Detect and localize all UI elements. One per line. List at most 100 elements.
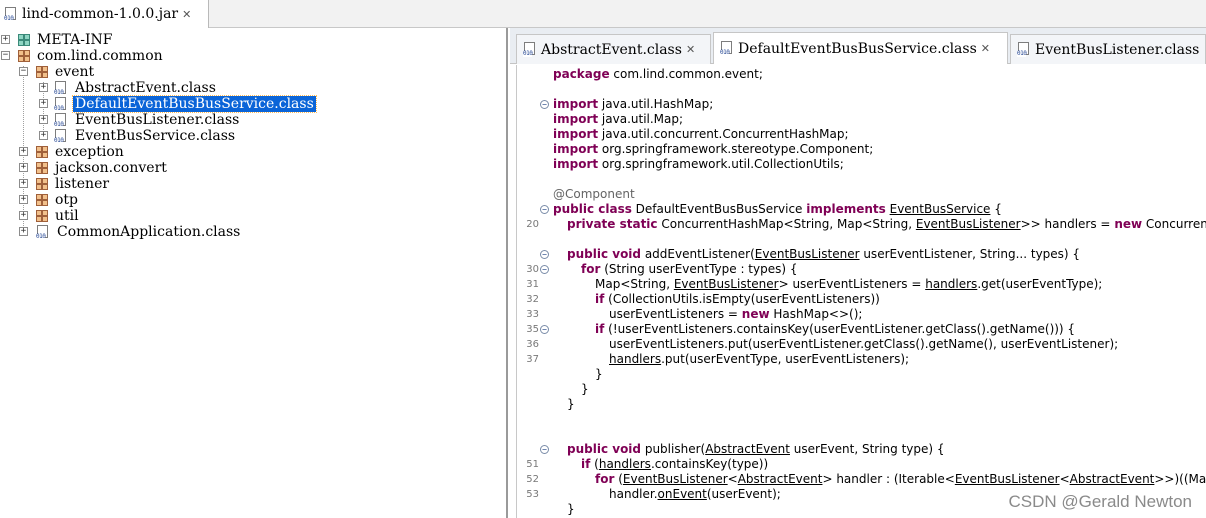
code-token: HashMap<>(); xyxy=(769,307,863,321)
close-icon[interactable]: ✕ xyxy=(981,42,990,55)
expand-plus-icon[interactable]: + xyxy=(39,99,48,108)
code-line: 32 if (CollectionUtils.isEmpty(userEventL… xyxy=(517,292,1206,307)
tree-node-package-0[interactable]: + exception xyxy=(18,144,126,160)
expand-plus-icon[interactable]: + xyxy=(39,115,48,124)
tree-node-main-class[interactable]: + 010 CommonApplication.class xyxy=(18,224,242,240)
tree-node-package-3[interactable]: + otp xyxy=(18,192,80,208)
keyword: import xyxy=(553,97,599,111)
code-token: (userEvent); xyxy=(706,487,781,501)
fold-toggle-icon[interactable]: − xyxy=(540,100,549,109)
code-line: import org.springframework.util.Collecti… xyxy=(517,157,1206,172)
code-line: 37 handlers.put(userEventType, userEventL… xyxy=(517,352,1206,367)
code-token: } xyxy=(595,367,603,381)
tree-label: com.lind.common xyxy=(37,48,163,64)
expand-plus-icon[interactable]: + xyxy=(19,147,28,156)
code-token: .get(userEventType); xyxy=(977,277,1103,291)
code-token: ( xyxy=(590,457,599,471)
fold-toggle-icon[interactable]: − xyxy=(540,265,549,274)
expand-plus-icon[interactable]: + xyxy=(19,179,28,188)
type-reference: AbstractEvent xyxy=(737,472,823,486)
code-text: import org.springframework.stereotype.Co… xyxy=(553,142,873,157)
package-icon xyxy=(36,178,48,190)
line-number: 33 xyxy=(526,309,539,320)
tab-event-bus-listener[interactable]: 010 EventBusListener.class xyxy=(1010,34,1206,64)
collapse-minus-icon[interactable]: − xyxy=(19,67,28,76)
keyword: if xyxy=(595,292,605,306)
close-icon[interactable]: ✕ xyxy=(182,8,191,21)
close-icon[interactable]: ✕ xyxy=(686,43,695,56)
code-text: for (EventBusListener<AbstractEvent> han… xyxy=(595,472,1206,487)
code-token: org.springframework.util.CollectionUtils… xyxy=(598,157,844,171)
code-text: import java.util.concurrent.ConcurrentHa… xyxy=(553,127,849,142)
package-icon xyxy=(36,146,48,158)
code-editor[interactable]: package com.lind.common.event; − import ja… xyxy=(516,65,1206,518)
code-text: } xyxy=(567,397,575,412)
fold-toggle-icon[interactable]: − xyxy=(540,205,549,214)
code-token: { xyxy=(990,202,1002,216)
expand-plus-icon[interactable]: + xyxy=(39,131,48,140)
expand-plus-icon[interactable]: + xyxy=(19,227,28,236)
fold-toggle-icon[interactable]: − xyxy=(540,445,549,454)
tree-node-meta-inf[interactable]: + META-INF xyxy=(0,32,114,48)
expand-plus-icon[interactable]: + xyxy=(19,195,28,204)
code-line: − public void publisher(AbstractEvent use… xyxy=(517,442,1206,457)
jar-file-icon: 010 xyxy=(4,6,18,22)
code-line: import java.util.Map; xyxy=(517,112,1206,127)
line-number: 51 xyxy=(526,459,539,470)
expand-plus-icon[interactable]: + xyxy=(19,163,28,172)
line-number: 31 xyxy=(526,279,539,290)
expand-plus-icon[interactable]: + xyxy=(39,83,48,92)
keyword: new xyxy=(741,307,770,321)
code-token: handler. xyxy=(609,487,658,501)
type-reference: EventBusService xyxy=(889,202,991,216)
tree-node-event[interactable]: − event xyxy=(18,64,96,80)
code-token: (CollectionUtils.isEmpty(userEventListen… xyxy=(604,292,880,306)
class-file-icon: 010 xyxy=(54,112,68,128)
tree-label: EventBusService.class xyxy=(75,128,236,144)
expand-plus-icon[interactable]: + xyxy=(1,35,10,44)
tree-label: EventBusListener.class xyxy=(75,112,240,128)
line-number: 30 xyxy=(526,264,539,275)
tree-label: listener xyxy=(55,176,110,192)
code-line: 31 Map<String, EventBusListener> userEven… xyxy=(517,277,1206,292)
code-line: @Component xyxy=(517,187,1206,202)
tree-node-class-0[interactable]: + 010 AbstractEvent.class xyxy=(38,80,218,96)
expand-plus-icon[interactable]: + xyxy=(19,211,28,220)
tree-node-root-package[interactable]: − com.lind.common xyxy=(0,48,165,64)
code-token: } xyxy=(567,397,575,411)
code-text: package com.lind.common.event; xyxy=(553,67,763,82)
code-token: > handler : (Iterable< xyxy=(822,472,955,486)
code-token: (!userEventListeners.containsKey(userEve… xyxy=(604,322,1076,336)
tree-node-class-1[interactable]: + 010 DefaultEventBusBusService.class xyxy=(38,95,317,113)
code-token: >>)((Map) xyxy=(1154,472,1206,486)
tree-node-package-1[interactable]: + jackson.convert xyxy=(18,160,169,176)
code-token: (String userEventType : types) { xyxy=(600,262,798,276)
tree-node-package-2[interactable]: + listener xyxy=(18,176,111,192)
fold-toggle-icon[interactable]: − xyxy=(540,325,549,334)
package-icon xyxy=(36,194,48,206)
tree-node-package-4[interactable]: + util xyxy=(18,208,81,224)
keyword: import xyxy=(553,142,599,156)
tab-abstract-event[interactable]: 010 AbstractEvent.class ✕ xyxy=(516,34,711,64)
code-token: java.util.Map; xyxy=(598,112,684,126)
tab-label: EventBusListener.class xyxy=(1035,41,1200,58)
code-line: − public void addEventListener(EventBusLi… xyxy=(517,247,1206,262)
code-text: } xyxy=(581,382,589,397)
tab-default-event-bus-service[interactable]: 010 DefaultEventBusBusService.class ✕ xyxy=(713,32,1008,64)
jar-tab[interactable]: 010 lind-common-1.0.0.jar ✕ xyxy=(0,0,209,28)
code-token: } xyxy=(567,502,575,516)
code-token: ConcurrentHashMap<>(); xyxy=(1145,217,1206,231)
fold-toggle-icon[interactable]: − xyxy=(540,250,549,259)
code-line: 51 if (handlers.containsKey(type)) xyxy=(517,457,1206,472)
tree-node-class-2[interactable]: + 010 EventBusListener.class xyxy=(38,112,241,128)
collapse-minus-icon[interactable]: − xyxy=(1,51,10,60)
tree-node-class-3[interactable]: + 010 EventBusService.class xyxy=(38,128,237,144)
code-token: publisher( xyxy=(641,442,706,456)
code-text: import java.util.HashMap; xyxy=(553,97,713,112)
line-number: 20 xyxy=(526,219,539,230)
type-reference: EventBusListener xyxy=(673,277,779,291)
code-token: java.util.concurrent.ConcurrentHashMap; xyxy=(598,127,849,141)
tree-label: META-INF xyxy=(37,32,113,48)
